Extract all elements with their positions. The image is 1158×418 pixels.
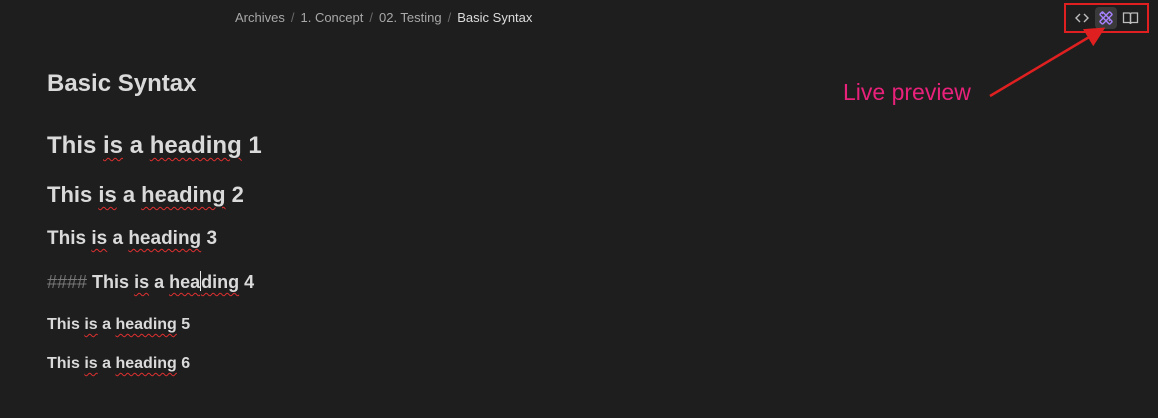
spellcheck-word-part: hea: [169, 272, 201, 292]
spellcheck-word: heading: [115, 355, 177, 372]
breadcrumb-item-archives[interactable]: Archives: [235, 10, 285, 25]
view-mode-toolbar: [1064, 3, 1149, 33]
spellcheck-word: is: [84, 355, 98, 372]
heading-1[interactable]: This is a heading 1: [47, 132, 262, 160]
heading-markdown-marker: ####: [47, 272, 88, 292]
heading-text: This: [47, 132, 104, 159]
app-window: Archives / 1. Concept / 02. Testing / Ba…: [0, 0, 1158, 418]
heading-text: 3: [201, 228, 218, 249]
heading-4-active-line[interactable]: #### This is a heading 4: [47, 271, 254, 293]
heading-3[interactable]: This is a heading 3: [47, 228, 217, 250]
code-brackets-icon: [1075, 13, 1090, 23]
heading-5[interactable]: This is a heading 5: [47, 316, 190, 334]
spellcheck-word: heading: [141, 182, 226, 207]
heading-text: a: [97, 316, 116, 333]
live-preview-button[interactable]: [1095, 7, 1118, 29]
spellcheck-word: heading: [115, 316, 177, 333]
note-title[interactable]: Basic Syntax: [47, 70, 196, 98]
heading-6[interactable]: This is a heading 6: [47, 355, 190, 373]
heading-text: This: [47, 316, 85, 333]
source-mode-button[interactable]: [1071, 7, 1093, 29]
spellcheck-word: is: [84, 316, 98, 333]
heading-text: a: [123, 132, 150, 159]
breadcrumb-separator: /: [290, 9, 295, 25]
heading-text: a: [107, 228, 129, 249]
heading-text: 5: [176, 316, 191, 333]
spellcheck-word: heading: [149, 132, 242, 159]
breadcrumb-separator: /: [447, 9, 452, 25]
heading-text: 2: [225, 182, 244, 207]
spellcheck-word: is: [134, 272, 150, 292]
heading-text: 6: [176, 355, 191, 372]
heading-text: This: [47, 182, 99, 207]
book-open-icon: [1123, 12, 1139, 25]
breadcrumb-separator: /: [369, 9, 373, 25]
breadcrumb-item-current[interactable]: Basic Syntax: [457, 10, 532, 25]
spellcheck-word: heading: [128, 228, 202, 249]
spellcheck-word: is: [103, 132, 124, 159]
heading-text: a: [97, 355, 116, 372]
heading-text: This: [47, 228, 92, 249]
heading-text: This: [47, 355, 85, 372]
spellcheck-word-part: ding: [201, 272, 240, 292]
breadcrumb-item-concept[interactable]: 1. Concept: [300, 10, 363, 25]
reading-mode-button[interactable]: [1120, 7, 1142, 29]
annotation-label: Live preview: [843, 79, 971, 105]
spellcheck-word: is: [98, 182, 117, 207]
heading-text: This: [92, 272, 135, 292]
heading-2[interactable]: This is a heading 2: [47, 182, 244, 208]
breadcrumb-item-testing[interactable]: 02. Testing: [379, 10, 442, 25]
spellcheck-word: is: [91, 228, 108, 249]
breadcrumb: Archives / 1. Concept / 02. Testing / Ba…: [235, 8, 532, 26]
heading-text: 1: [241, 132, 262, 159]
heading-text: a: [116, 182, 142, 207]
pencil-ruler-icon: [1099, 11, 1114, 25]
heading-text: a: [149, 272, 170, 292]
heading-text: 4: [239, 272, 255, 292]
